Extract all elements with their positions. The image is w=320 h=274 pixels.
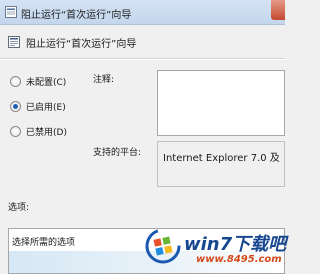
radio-label-not-configured: 未配置(C) (26, 77, 67, 88)
note-textarea[interactable] (157, 70, 285, 136)
site-watermark: win7下载吧 www.8495.com (140, 224, 287, 274)
radio-label-disabled: 已禁用(D) (26, 127, 67, 138)
policy-setting-icon (8, 36, 20, 48)
options-label: 选项: (8, 203, 30, 213)
header-separator (0, 58, 285, 60)
platform-label: 支持的平台: (93, 148, 142, 158)
options-prompt: 选择所需的选项 (12, 238, 76, 248)
watermark-url: www.8495.com (196, 254, 282, 265)
platform-field[interactable]: Internet Explorer 7.0 及 (157, 141, 285, 187)
platform-value: Internet Explorer 7.0 及 (163, 153, 280, 164)
window-title: 阻止运行“首次运行”向导 (21, 10, 132, 21)
close-button[interactable] (271, 0, 285, 20)
watermark-title: win7下载吧 (184, 234, 287, 255)
radio-disabled[interactable]: 已禁用(D) (10, 124, 67, 138)
policy-heading: 阻止运行“首次运行”向导 (26, 39, 137, 50)
windows-flag-logo-icon (145, 228, 181, 264)
radio-not-configured[interactable]: 未配置(C) (10, 74, 66, 88)
radio-circle-disabled[interactable] (10, 125, 21, 137)
title-bar: 阻止运行“首次运行”向导 (0, 0, 285, 25)
policy-window-icon (5, 6, 17, 18)
radio-label-enabled: 已启用(E) (26, 102, 66, 113)
radio-enabled[interactable]: 已启用(E) (10, 99, 66, 113)
note-label: 注释: (93, 75, 115, 85)
radio-circle-not-configured[interactable] (10, 75, 21, 87)
radio-circle-enabled[interactable] (10, 100, 21, 112)
